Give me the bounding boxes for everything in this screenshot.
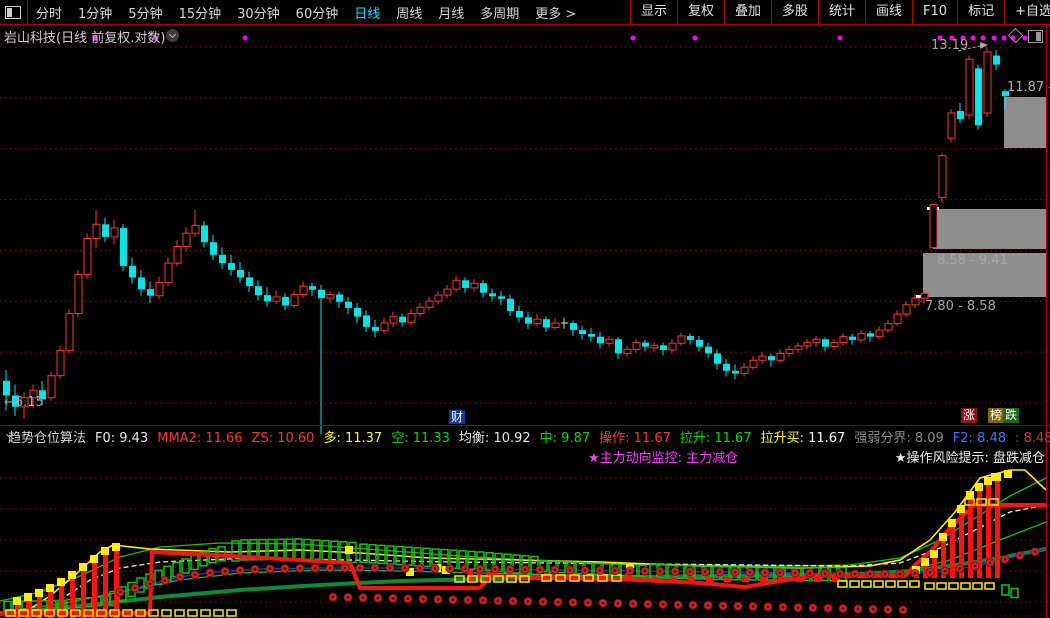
period-tab-15分钟[interactable]: 15分钟: [179, 3, 222, 22]
indicator-item: 均衡: 10.92: [459, 431, 531, 446]
indicator-item: 空: 11.33: [391, 431, 450, 446]
panel-toggle-icon[interactable]: [1028, 30, 1043, 43]
period-tab-30分钟[interactable]: 30分钟: [237, 3, 280, 22]
tool-button-+自选[interactable]: +自选: [1004, 0, 1050, 24]
indicator-item: MMA2: 11.66: [157, 431, 242, 446]
chart-graphics[interactable]: [0, 0, 1050, 618]
indicator-status-bar: 趋势仓位算法 F0: 9.43 MMA2: 11.66 ZS: 10.60 多: 11…: [0, 426, 1050, 446]
indicator-item: 拉升: 11.67: [680, 431, 752, 446]
tool-button-复权[interactable]: 复权: [677, 0, 724, 24]
last-price-label: 11.87 -: [1007, 80, 1050, 95]
indicator-item: F2: 8.48: [953, 431, 1006, 446]
tool-button-统计[interactable]: 统计: [818, 0, 865, 24]
indicator-item: 中: 9.87: [540, 431, 590, 446]
indicator-item: 强弱分界: 8.09: [854, 431, 943, 446]
tools-menu: 显示复权叠加多股统计画线F10标记+自选: [630, 0, 1050, 24]
gap-zone-label-lower: 7.80 - 8.58: [925, 299, 996, 314]
period-tab-分时[interactable]: 分时: [36, 3, 62, 22]
stock-title: 岩山科技(日线 前复权.对数): [4, 27, 165, 46]
rise-badge[interactable]: 涨: [961, 408, 977, 423]
period-tab-多周期[interactable]: 多周期: [480, 3, 519, 22]
indicator-item: 拉升买: 11.67: [761, 431, 846, 446]
indicator-item: 多: 11.37: [323, 431, 382, 446]
main-force-alert: ★主力动向监控: 主力减仓: [588, 447, 738, 466]
period-tab-60分钟[interactable]: 60分钟: [296, 3, 339, 22]
indicator-item: 操作: 11.67: [599, 431, 671, 446]
right-border-line: [1046, 25, 1047, 618]
high-price-label: 13.19: [931, 38, 968, 53]
period-tab-周线[interactable]: 周线: [396, 3, 422, 22]
alert-row: ★主力动向监控: 主力减仓 ★操作风险提示: 盘跌减仓: [0, 446, 1050, 464]
period-tab-日线[interactable]: 日线: [354, 3, 380, 22]
low-price-label: ←6.15: [4, 395, 44, 410]
period-tab-月线[interactable]: 月线: [438, 3, 464, 22]
gap-zone-label-upper: 8.58 - 9.41: [937, 253, 1008, 268]
chevron-down-icon[interactable]: [166, 29, 179, 42]
risk-alert: ★操作风险提示: 盘跌减仓: [895, 447, 1045, 466]
toolbar-separator: [27, 0, 28, 24]
period-tab-1分钟[interactable]: 1分钟: [78, 3, 112, 22]
indicator-name: 趋势仓位算法: [8, 427, 86, 446]
tool-button-多股[interactable]: 多股: [771, 0, 818, 24]
tool-button-F10[interactable]: F10: [912, 0, 957, 24]
period-menu: 分时 1分钟 5分钟 15分钟 30分钟 60分钟日线周线月线多周期更多 >: [36, 0, 592, 24]
indicator-values: F0: 9.43 MMA2: 11.66 ZS: 10.60 多: 11.37 空: 1…: [95, 427, 1050, 446]
title-row: 岩山科技(日线 前复权.对数): [0, 25, 1050, 45]
tool-button-画线[interactable]: 画线: [865, 0, 912, 24]
fall-badge[interactable]: 跌: [1003, 408, 1019, 423]
period-tab-5分钟[interactable]: 5分钟: [128, 3, 162, 22]
indicator-item: F0: 9.43: [95, 431, 148, 446]
window-layout-icon[interactable]: [5, 6, 21, 19]
tool-button-叠加[interactable]: 叠加: [724, 0, 771, 24]
financial-report-badge[interactable]: 财: [449, 410, 465, 424]
indicator-item: ZS: 10.60: [252, 431, 315, 446]
indicator-item: : 8.48: [1015, 431, 1050, 446]
tool-button-标记[interactable]: 标记: [957, 0, 1004, 24]
tool-button-显示[interactable]: 显示: [630, 0, 677, 24]
diamond-icon[interactable]: [1008, 28, 1024, 44]
period-tab-更多 >[interactable]: 更多 >: [535, 3, 576, 22]
top-toolbar: 分时 1分钟 5分钟 15分钟 30分钟 60分钟日线周线月线多周期更多 > 显示复权叠加…: [0, 0, 1050, 25]
rank-badge[interactable]: 榜: [988, 408, 1004, 423]
stock-app-window: 分时 1分钟 5分钟 15分钟 30分钟 60分钟日线周线月线多周期更多 > 显示复权叠加…: [0, 0, 1050, 618]
